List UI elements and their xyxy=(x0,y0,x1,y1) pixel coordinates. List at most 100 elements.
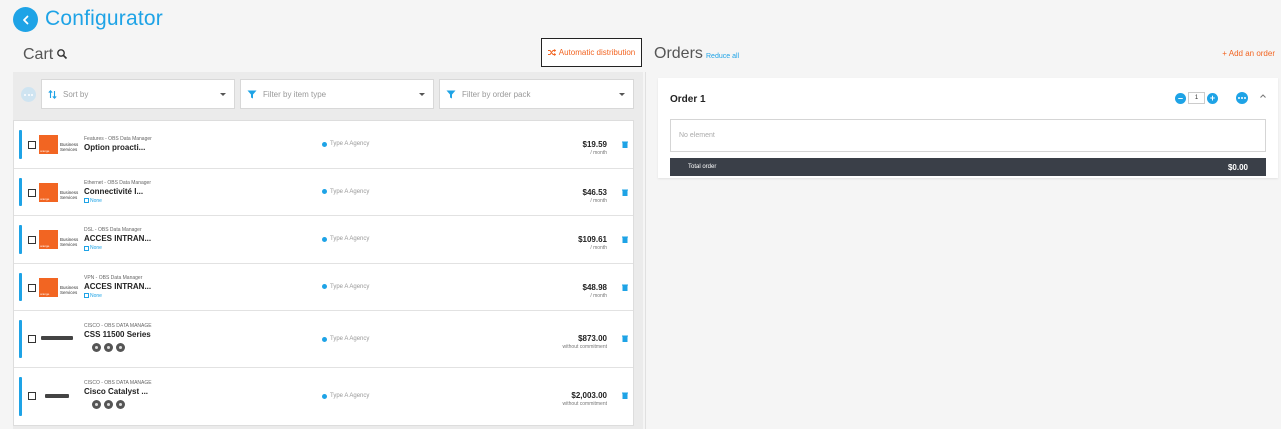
item-name[interactable]: CSS 11500 Series xyxy=(84,330,151,339)
quantity-field[interactable]: 1 xyxy=(1188,92,1205,104)
cart-item-row: CISCO - OBS DATA MANAGE CSS 11500 Series… xyxy=(14,311,633,368)
agency-label: Type A Agency xyxy=(322,189,369,195)
page-title: Configurator xyxy=(45,7,163,30)
filter-icon xyxy=(247,90,257,98)
item-period: without commitment xyxy=(562,401,607,407)
badge-icon[interactable] xyxy=(116,343,125,352)
sort-by-select[interactable]: Sort by xyxy=(41,79,235,109)
selection-bar xyxy=(19,177,22,206)
cart-item-row: CISCO - OBS DATA MANAGE Cisco Catalyst .… xyxy=(14,368,633,425)
orange-logo: orange xyxy=(39,277,58,297)
item-price: $2,003.00 xyxy=(571,391,607,400)
item-subtitle: None xyxy=(84,245,102,251)
item-subtitle: None xyxy=(84,198,102,204)
agency-label: Type A Agency xyxy=(322,336,369,342)
item-name[interactable]: Connectivité I... xyxy=(84,187,143,196)
item-type-filter-label: Filter by item type xyxy=(263,89,327,99)
item-price: $48.98 xyxy=(582,282,607,292)
item-price: $109.61 xyxy=(578,235,607,244)
agency-dot-icon xyxy=(322,189,327,194)
agency-dot-icon xyxy=(322,236,327,242)
chevron-up-icon[interactable] xyxy=(1259,92,1267,100)
cart-item-list: orange Business Services Features - OBS D… xyxy=(13,120,634,426)
add-order-link[interactable]: + Add an order xyxy=(1222,49,1275,58)
cart-item-row: orange Business Services VPN - OBS Data M… xyxy=(14,264,633,311)
selection-bar xyxy=(19,272,22,301)
order-total-bar: Total order $0.00 xyxy=(670,158,1266,176)
box-icon xyxy=(84,198,89,203)
chevron-down-icon xyxy=(419,93,425,96)
box-icon xyxy=(84,245,89,251)
item-category: Ethernet - OBS Data Manager xyxy=(84,179,151,186)
agency-label: Type A Agency xyxy=(322,284,369,290)
chevron-down-icon xyxy=(220,93,226,96)
order-pack-filter-select[interactable]: Filter by order pack xyxy=(439,79,634,109)
badge-icon[interactable] xyxy=(104,343,113,352)
item-name[interactable]: Option proacti... xyxy=(84,143,145,152)
box-icon xyxy=(84,293,89,298)
item-name[interactable]: ACCES INTRAN... xyxy=(84,234,151,243)
item-category: VPN - OBS Data Manager xyxy=(84,274,143,281)
agency-dot-icon xyxy=(322,141,327,147)
device-badges xyxy=(92,343,125,352)
cart-label: Cart xyxy=(23,46,54,63)
agency-label: Type A Agency xyxy=(322,236,369,242)
selection-bar xyxy=(19,225,22,254)
trash-icon[interactable] xyxy=(622,284,628,291)
badge-icon[interactable] xyxy=(104,400,113,409)
item-checkbox[interactable] xyxy=(28,236,36,244)
filter-bar: Sort by Filter by item type Filter by or… xyxy=(13,72,643,116)
decrement-button[interactable]: – xyxy=(1175,92,1186,104)
agency-dot-icon xyxy=(322,393,327,399)
item-price: $873.00 xyxy=(578,334,607,343)
device-image xyxy=(41,336,73,340)
trash-icon[interactable] xyxy=(622,141,628,148)
cart-item-row: orange Business Services Features - OBS D… xyxy=(14,121,633,169)
item-category: CISCO - OBS DATA MANAGE xyxy=(84,380,152,386)
trash-icon[interactable] xyxy=(622,335,628,342)
agency-label: Type A Agency xyxy=(322,141,369,147)
item-period: / month xyxy=(590,150,607,156)
badge-icon[interactable] xyxy=(116,400,125,409)
empty-order-dropzone[interactable]: No element xyxy=(670,119,1266,152)
item-type-filter-select[interactable]: Filter by item type xyxy=(240,79,434,109)
orange-logo: orange xyxy=(39,230,58,249)
item-category: CISCO - OBS DATA MANAGE xyxy=(84,323,152,329)
back-button[interactable] xyxy=(13,7,38,32)
item-checkbox[interactable] xyxy=(28,283,36,292)
device-image xyxy=(45,394,69,398)
item-name[interactable]: Cisco Catalyst ... xyxy=(84,387,148,396)
selection-bar xyxy=(19,377,22,416)
agency-dot-icon xyxy=(322,284,327,289)
order-card: Order 1 – 1 + No element Total order $0.… xyxy=(658,78,1278,178)
item-checkbox[interactable] xyxy=(28,392,36,400)
cart-item-row: orange Business Services DSL - OBS Data M… xyxy=(14,216,633,264)
orange-logo: orange xyxy=(39,135,58,154)
order-options-icon[interactable] xyxy=(1236,92,1248,104)
reduce-all-link[interactable]: Reduce all xyxy=(706,53,739,60)
automatic-distribution-button[interactable]: Automatic distribution xyxy=(541,38,642,67)
badge-icon[interactable] xyxy=(92,343,101,352)
configurator-page: Configurator Cart Automatic distribution… xyxy=(0,0,1281,429)
more-options-icon[interactable] xyxy=(21,87,36,102)
item-checkbox[interactable] xyxy=(28,141,36,149)
trash-icon[interactable] xyxy=(622,236,628,243)
sort-by-label: Sort by xyxy=(63,89,89,99)
item-checkbox[interactable] xyxy=(28,188,36,197)
item-name[interactable]: ACCES INTRAN... xyxy=(84,282,151,291)
cart-pane: Sort by Filter by item type Filter by or… xyxy=(13,72,643,429)
total-label: Total order xyxy=(688,164,717,170)
shuffle-icon xyxy=(547,49,556,56)
agency-dot-icon xyxy=(322,336,327,342)
cart-item-row: orange Business Services Ethernet - OBS D… xyxy=(14,169,633,216)
trash-icon[interactable] xyxy=(622,189,628,196)
increment-button[interactable]: + xyxy=(1207,92,1218,104)
item-period: / month xyxy=(590,292,607,299)
orders-label: Orders xyxy=(654,45,703,62)
trash-icon[interactable] xyxy=(622,392,628,399)
device-badges xyxy=(92,400,125,409)
business-services-label: Business Services xyxy=(60,237,79,247)
search-icon[interactable] xyxy=(56,48,68,60)
item-checkbox[interactable] xyxy=(28,335,36,343)
badge-icon[interactable] xyxy=(92,400,101,409)
